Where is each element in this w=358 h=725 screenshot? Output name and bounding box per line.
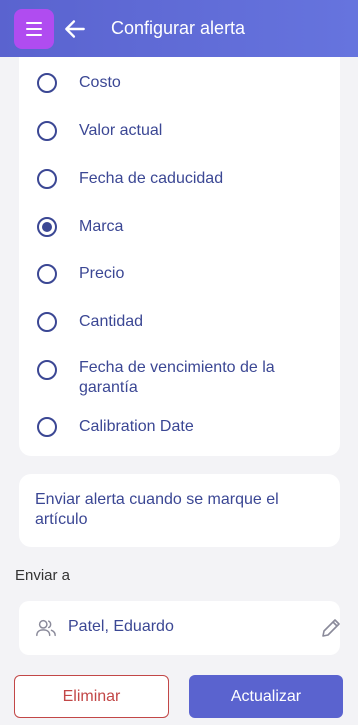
option-label: Valor actual: [79, 122, 163, 139]
option-label: Cantidad: [79, 313, 144, 330]
radio-button[interactable]: [37, 360, 57, 380]
option-label: Marca: [79, 218, 124, 235]
field-options-card: Costo Valor actual Fecha de caducidad Ma…: [19, 57, 340, 456]
option-label: Fecha de caducidad: [79, 170, 224, 187]
delete-button[interactable]: Eliminar: [14, 675, 169, 718]
radio-button[interactable]: [37, 169, 57, 189]
radio-button[interactable]: [37, 264, 57, 284]
hamburger-menu-icon[interactable]: [14, 9, 54, 49]
option-label: Calibration Date: [79, 418, 194, 435]
top-app-bar: Configurar alerta: [0, 0, 358, 57]
radio-button[interactable]: [37, 73, 57, 93]
option-label: Precio: [79, 265, 125, 282]
send-to-label: Enviar a: [15, 567, 71, 584]
option-label: Fecha de vencimiento de la garantía: [79, 359, 275, 396]
radio-button[interactable]: [37, 121, 57, 141]
radio-button[interactable]: [37, 312, 57, 332]
recipient-card[interactable]: Patel, Eduardo: [19, 601, 340, 655]
update-button[interactable]: Actualizar: [189, 675, 343, 718]
radio-button-selected[interactable]: [37, 217, 57, 237]
recipient-name: Patel, Eduardo: [68, 618, 174, 635]
users-icon: [36, 619, 56, 637]
radio-button[interactable]: [37, 417, 57, 437]
arrow-left-icon[interactable]: [62, 16, 88, 42]
send-condition-card[interactable]: Enviar alerta cuando se marque el artícu…: [19, 474, 340, 547]
option-label: Costo: [79, 74, 121, 91]
page-title: Configurar alerta: [111, 18, 246, 38]
send-condition-text: Enviar alerta cuando se marque el artícu…: [35, 491, 279, 528]
pencil-icon[interactable]: [319, 616, 343, 640]
